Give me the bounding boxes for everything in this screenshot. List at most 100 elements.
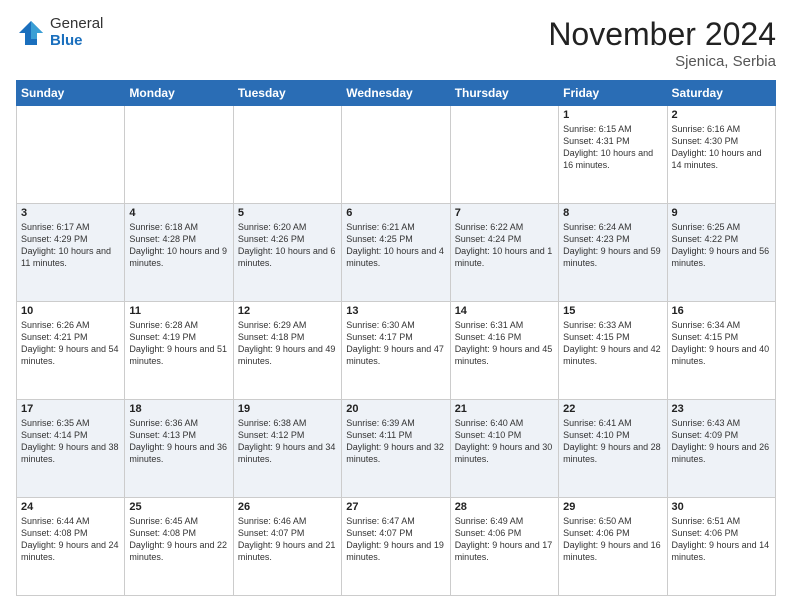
day-number: 1 <box>563 109 662 121</box>
day-info: Sunrise: 6:45 AM Sunset: 4:08 PM Dayligh… <box>129 515 228 564</box>
day-cell: 14Sunrise: 6:31 AM Sunset: 4:16 PM Dayli… <box>450 302 558 400</box>
day-cell: 16 Sunrise: 6:34 AM Sunset: 4:15 PM Dayli… <box>667 302 775 400</box>
day-cell: 20Sunrise: 6:39 AM Sunset: 4:11 PM Dayli… <box>342 400 450 498</box>
day-info: Sunrise: 6:36 AM Sunset: 4:13 PM Dayligh… <box>129 417 228 466</box>
day-cell: 2 Sunrise: 6:16 AM Sunset: 4:30 PM Daylig… <box>667 106 775 204</box>
day-cell: 25 Sunrise: 6:45 AM Sunset: 4:08 PM Dayli… <box>125 498 233 596</box>
day-cell: 9 Sunrise: 6:25 AM Sunset: 4:22 PM Daylig… <box>667 204 775 302</box>
day-number: 25 <box>129 501 228 513</box>
day-cell: 26 Sunrise: 6:46 AM Sunset: 4:07 PM Dayli… <box>233 498 341 596</box>
day-number: 26 <box>238 501 337 513</box>
day-cell: 22 Sunrise: 6:41 AM Sunset: 4:10 PM Dayli… <box>559 400 667 498</box>
day-info: Sunrise: 6:21 AM Sunset: 4:25 PM Dayligh… <box>346 221 445 270</box>
header: General Blue November 2024 Sjenica, Serb… <box>16 16 776 70</box>
day-number: 23 <box>672 403 771 415</box>
day-info: Sunrise: 6:47 AM Sunset: 4:07 PM Dayligh… <box>346 515 445 564</box>
col-tuesday: Tuesday <box>233 81 341 106</box>
day-cell: 5 Sunrise: 6:20 AM Sunset: 4:26 PM Daylig… <box>233 204 341 302</box>
day-cell: 4 Sunrise: 6:18 AM Sunset: 4:28 PM Daylig… <box>125 204 233 302</box>
day-info: Sunrise: 6:44 AM Sunset: 4:08 PM Dayligh… <box>21 515 120 564</box>
col-sunday: Sunday <box>17 81 125 106</box>
day-cell: 12 Sunrise: 6:29 AM Sunset: 4:18 PM Dayli… <box>233 302 341 400</box>
day-info: Sunrise: 6:49 AM Sunset: 4:06 PM Dayligh… <box>455 515 554 564</box>
day-number: 11 <box>129 305 228 317</box>
day-info: Sunrise: 6:41 AM Sunset: 4:10 PM Dayligh… <box>563 417 662 466</box>
day-number: 28 <box>455 501 554 513</box>
logo-text: General Blue <box>50 16 103 49</box>
logo: General Blue <box>16 16 103 49</box>
day-number: 17 <box>21 403 120 415</box>
col-friday: Friday <box>559 81 667 106</box>
day-number: 10 <box>21 305 120 317</box>
day-number: 2 <box>672 109 771 121</box>
day-number: 19 <box>238 403 337 415</box>
day-info: Sunrise: 6:25 AM Sunset: 4:22 PM Dayligh… <box>672 221 771 270</box>
day-cell: 30 Sunrise: 6:51 AM Sunset: 4:06 PM Dayli… <box>667 498 775 596</box>
day-cell: 27Sunrise: 6:47 AM Sunset: 4:07 PM Dayli… <box>342 498 450 596</box>
day-cell <box>342 106 450 204</box>
week-row-4: 17Sunrise: 6:35 AM Sunset: 4:14 PM Dayli… <box>17 400 776 498</box>
day-number: 15 <box>563 305 662 317</box>
day-cell: 15 Sunrise: 6:33 AM Sunset: 4:15 PM Dayli… <box>559 302 667 400</box>
day-info: Sunrise: 6:39 AM Sunset: 4:11 PM Dayligh… <box>346 417 445 466</box>
day-info: Sunrise: 6:29 AM Sunset: 4:18 PM Dayligh… <box>238 319 337 368</box>
day-cell: 13 Sunrise: 6:30 AM Sunset: 4:17 PM Dayli… <box>342 302 450 400</box>
day-cell: 3 Sunrise: 6:17 AM Sunset: 4:29 PM Daylig… <box>17 204 125 302</box>
day-number: 12 <box>238 305 337 317</box>
title-block: November 2024 Sjenica, Serbia <box>548 16 776 70</box>
day-info: Sunrise: 6:24 AM Sunset: 4:23 PM Dayligh… <box>563 221 662 270</box>
day-number: 16 <box>672 305 771 317</box>
location: Sjenica, Serbia <box>548 53 776 70</box>
day-info: Sunrise: 6:33 AM Sunset: 4:15 PM Dayligh… <box>563 319 662 368</box>
logo-blue-text: Blue <box>50 33 103 50</box>
day-number: 6 <box>346 207 445 219</box>
day-info: Sunrise: 6:46 AM Sunset: 4:07 PM Dayligh… <box>238 515 337 564</box>
day-info: Sunrise: 6:43 AM Sunset: 4:09 PM Dayligh… <box>672 417 771 466</box>
day-info: Sunrise: 6:51 AM Sunset: 4:06 PM Dayligh… <box>672 515 771 564</box>
day-number: 24 <box>21 501 120 513</box>
week-row-3: 10 Sunrise: 6:26 AM Sunset: 4:21 PM Dayli… <box>17 302 776 400</box>
day-number: 8 <box>563 207 662 219</box>
day-info: Sunrise: 6:30 AM Sunset: 4:17 PM Dayligh… <box>346 319 445 368</box>
day-cell <box>450 106 558 204</box>
day-info: Sunrise: 6:16 AM Sunset: 4:30 PM Dayligh… <box>672 123 771 172</box>
day-number: 30 <box>672 501 771 513</box>
col-wednesday: Wednesday <box>342 81 450 106</box>
day-cell: 11Sunrise: 6:28 AM Sunset: 4:19 PM Dayli… <box>125 302 233 400</box>
day-number: 5 <box>238 207 337 219</box>
day-number: 22 <box>563 403 662 415</box>
day-info: Sunrise: 6:38 AM Sunset: 4:12 PM Dayligh… <box>238 417 337 466</box>
page: General Blue November 2024 Sjenica, Serb… <box>0 0 792 612</box>
day-info: Sunrise: 6:15 AM Sunset: 4:31 PM Dayligh… <box>563 123 662 172</box>
day-info: Sunrise: 6:17 AM Sunset: 4:29 PM Dayligh… <box>21 221 120 270</box>
month-title: November 2024 <box>548 16 776 53</box>
day-number: 13 <box>346 305 445 317</box>
day-cell: 18Sunrise: 6:36 AM Sunset: 4:13 PM Dayli… <box>125 400 233 498</box>
day-info: Sunrise: 6:34 AM Sunset: 4:15 PM Dayligh… <box>672 319 771 368</box>
day-cell: 17Sunrise: 6:35 AM Sunset: 4:14 PM Dayli… <box>17 400 125 498</box>
day-info: Sunrise: 6:40 AM Sunset: 4:10 PM Dayligh… <box>455 417 554 466</box>
day-cell: 8 Sunrise: 6:24 AM Sunset: 4:23 PM Daylig… <box>559 204 667 302</box>
calendar-header-row: Sunday Monday Tuesday Wednesday Thursday… <box>17 81 776 106</box>
day-cell: 7 Sunrise: 6:22 AM Sunset: 4:24 PM Daylig… <box>450 204 558 302</box>
logo-icon <box>16 18 46 48</box>
day-cell: 21Sunrise: 6:40 AM Sunset: 4:10 PM Dayli… <box>450 400 558 498</box>
day-cell: 29Sunrise: 6:50 AM Sunset: 4:06 PM Dayli… <box>559 498 667 596</box>
week-row-5: 24 Sunrise: 6:44 AM Sunset: 4:08 PM Dayli… <box>17 498 776 596</box>
day-info: Sunrise: 6:20 AM Sunset: 4:26 PM Dayligh… <box>238 221 337 270</box>
day-cell: 10 Sunrise: 6:26 AM Sunset: 4:21 PM Dayli… <box>17 302 125 400</box>
day-number: 4 <box>129 207 228 219</box>
day-cell: 23 Sunrise: 6:43 AM Sunset: 4:09 PM Dayli… <box>667 400 775 498</box>
day-cell <box>17 106 125 204</box>
col-thursday: Thursday <box>450 81 558 106</box>
day-number: 7 <box>455 207 554 219</box>
day-info: Sunrise: 6:18 AM Sunset: 4:28 PM Dayligh… <box>129 221 228 270</box>
day-info: Sunrise: 6:31 AM Sunset: 4:16 PM Dayligh… <box>455 319 554 368</box>
day-cell: 24 Sunrise: 6:44 AM Sunset: 4:08 PM Dayli… <box>17 498 125 596</box>
day-cell: 19 Sunrise: 6:38 AM Sunset: 4:12 PM Dayli… <box>233 400 341 498</box>
day-number: 3 <box>21 207 120 219</box>
day-info: Sunrise: 6:50 AM Sunset: 4:06 PM Dayligh… <box>563 515 662 564</box>
day-number: 9 <box>672 207 771 219</box>
day-info: Sunrise: 6:26 AM Sunset: 4:21 PM Dayligh… <box>21 319 120 368</box>
day-info: Sunrise: 6:22 AM Sunset: 4:24 PM Dayligh… <box>455 221 554 270</box>
